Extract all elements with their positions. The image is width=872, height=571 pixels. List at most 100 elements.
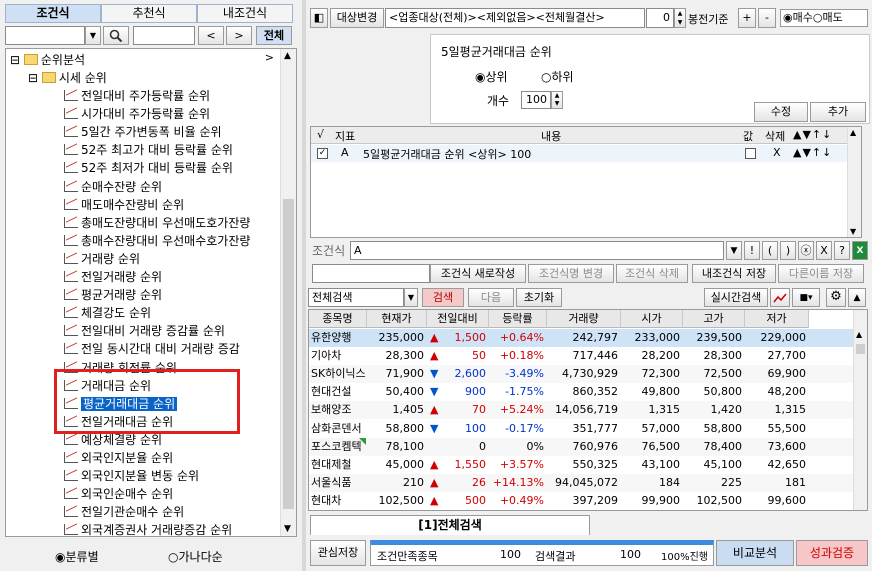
search-combo[interactable] <box>5 26 85 45</box>
gear-icon[interactable]: ⚙ <box>826 288 846 307</box>
tree-item[interactable]: 52주 최고가 대비 등락률 순위 <box>64 141 233 159</box>
radio-alphabetical[interactable]: ○가나다순 <box>168 548 223 565</box>
tree-item[interactable]: 시가대비 주가등락률 순위 <box>64 105 210 123</box>
count-input[interactable]: 100 <box>521 91 551 109</box>
column-header[interactable]: 저가 <box>745 310 809 328</box>
tree-item[interactable]: 전일대비 거래량 증감률 순위 <box>64 322 225 340</box>
tree-item[interactable]: 매도매수잔량비 순위 <box>64 196 184 214</box>
candle-offset-input[interactable]: 0 <box>646 8 674 28</box>
radio-bottom[interactable]: ○하위 <box>541 68 574 85</box>
count-spin-icon[interactable]: ▲ ▼ <box>551 91 563 109</box>
tree-item[interactable]: 평균거래량 순위 <box>64 286 162 304</box>
condition-row[interactable]: ✓ A 5일평균거래대금 순위 <상위> 100 X ▲▼↑↓ <box>311 145 861 162</box>
edit-button[interactable]: 수정 <box>754 102 808 122</box>
tree-item[interactable]: 전일대비 주가등락률 순위 <box>64 87 210 105</box>
table-row[interactable]: 현대제철 45,000 1,550 ▲ +3.57% 550,325 43,100 45,10… <box>309 456 853 474</box>
tree-folder[interactable]: ⊟ 시세 순위 <box>28 69 107 87</box>
tree-item[interactable]: 총매도잔량대비 우선매도호가잔량 <box>64 214 250 232</box>
scroll-up-icon[interactable]: ▲ <box>850 128 856 137</box>
table-row[interactable]: 삼화콘덴서 58,800 100 ▼ -0.17% 351,777 57,000 58,800… <box>309 420 853 438</box>
result-scrollbar[interactable]: ▲ <box>853 310 867 510</box>
tree-item[interactable]: 전일기관순매수 순위 <box>64 503 184 521</box>
table-row[interactable]: 서울식품 210 26 ▲ +14.13% 94,045,072 184 225 181 <box>309 473 853 492</box>
column-header[interactable]: 시가 <box>621 310 683 328</box>
column-header[interactable]: 고가 <box>683 310 745 328</box>
reset-button[interactable]: 초기화 <box>516 288 562 307</box>
condition-name-input[interactable] <box>312 264 430 283</box>
delete-icon[interactable]: X <box>773 146 781 159</box>
condition-list-scrollbar[interactable]: ▲ ▼ <box>847 127 861 237</box>
minus-button[interactable]: - <box>758 8 776 28</box>
condition-checkbox[interactable]: ✓ <box>317 148 328 159</box>
buy-sell-radio[interactable]: ◉매수○매도 <box>780 9 868 27</box>
formula-op-dropdown[interactable]: ▼ <box>726 241 742 260</box>
row-order-icons[interactable]: ▲▼↑↓ <box>793 146 832 159</box>
column-header[interactable]: 전일대비 <box>427 310 489 328</box>
next-result-button[interactable]: 다음 <box>468 288 514 307</box>
radio-top[interactable]: ◉상위 <box>475 68 508 85</box>
column-header[interactable]: 종목명 <box>309 310 367 328</box>
tree-item[interactable]: 외국인지분율 순위 <box>64 449 173 467</box>
delete-condition-button[interactable]: 조건식 삭제 <box>616 264 688 283</box>
tree-scrollbar[interactable]: ▲ ▼ <box>280 49 296 536</box>
spin-icon[interactable]: ▲ ▼ <box>674 8 686 28</box>
save-my-condition-button[interactable]: 내조건식 저장 <box>692 264 776 283</box>
tree-item[interactable]: 순매수잔량 순위 <box>64 178 162 196</box>
prev-button[interactable]: < <box>198 26 224 45</box>
add-button[interactable]: 추가 <box>810 102 866 122</box>
rename-condition-button[interactable]: 조건식명 변경 <box>528 264 614 283</box>
table-row[interactable]: 유한양행 235,000 1,500 ▲ +0.64% 242,797 233,000 239… <box>309 329 853 347</box>
chevron-right-icon[interactable]: > <box>265 51 274 64</box>
tree-item[interactable]: 전일거래량 순위 <box>64 268 162 286</box>
tree-item[interactable]: 체결강도 순위 <box>64 304 151 322</box>
formula-op-close-paren[interactable]: ) <box>780 241 796 260</box>
tree-item[interactable]: 52주 최저가 대비 등락률 순위 <box>64 159 233 177</box>
tree-item[interactable]: 거래량 순위 <box>64 250 140 268</box>
column-header[interactable]: 거래량 <box>547 310 621 328</box>
collapse-up-icon[interactable]: ▲ <box>848 288 866 307</box>
new-condition-button[interactable]: 조건식 새로작성 <box>430 264 526 283</box>
column-header[interactable]: 등락률 <box>489 310 547 328</box>
value-checkbox[interactable] <box>745 148 756 159</box>
scroll-up-icon[interactable]: ▲ <box>856 330 862 339</box>
tree-item[interactable]: 외국인순매수 순위 <box>64 485 173 503</box>
result-table[interactable]: 종목명 현재가 전일대비 등락률 거래량 시가 고가 저가 유한양행 235,000 1,500 ▲… <box>308 309 868 511</box>
tree-item[interactable]: 총매수잔량대비 우선매수호가잔량 <box>64 232 250 250</box>
target-change-button[interactable]: 대상변경 <box>330 8 384 28</box>
panel-toggle-icon[interactable]: ◧ <box>310 8 328 28</box>
formula-op-open-paren[interactable]: ( <box>762 241 778 260</box>
table-row[interactable]: 현대차 102,500 500 ▲ +0.49% 397,209 99,900 102,500… <box>309 492 853 510</box>
formula-input[interactable]: A <box>350 241 724 260</box>
plus-button[interactable]: + <box>738 8 756 28</box>
combo-arrow-icon[interactable]: ▼ <box>85 26 101 45</box>
search-icon[interactable] <box>103 26 129 45</box>
scroll-thumb[interactable] <box>283 199 294 509</box>
tab-conditions[interactable]: 조건식 <box>5 4 101 23</box>
formula-op-not[interactable]: ! <box>744 241 760 260</box>
tab-my-conditions[interactable]: 내조건식 <box>197 4 293 23</box>
verify-button[interactable]: 성과검증 <box>796 540 868 566</box>
search-button[interactable]: 검색 <box>422 288 464 307</box>
tree-root[interactable]: ⊟ 순위분석 <box>10 51 85 69</box>
save-as-button[interactable]: 다른이름 저장 <box>778 264 864 283</box>
table-row[interactable]: SK하이닉스 71,900 2,600 ▼ -3.49% 4,730,929 72,300 7… <box>309 365 853 384</box>
table-row[interactable]: 보해양조 1,405 70 ▲ +5.24% 14,056,719 1,315 1,420 1,… <box>309 401 853 420</box>
table-row[interactable]: 기아차 28,300 50 ▲ +0.18% 717,446 28,200 28,300 27,… <box>309 347 853 365</box>
scroll-down-icon[interactable]: ▼ <box>850 227 856 236</box>
formula-op-clear[interactable]: X <box>816 241 832 260</box>
realtime-search-button[interactable]: 실시간검색 <box>704 288 768 307</box>
excel-icon[interactable]: X <box>852 241 868 260</box>
table-row[interactable]: 현대건설 50,400 900 ▼ -1.75% 860,352 49,800 50,800 4… <box>309 383 853 401</box>
search-mode-arrow-icon[interactable]: ▼ <box>404 288 418 307</box>
tree-item[interactable]: 전일 동시간대 대비 거래량 증감 <box>64 340 240 358</box>
column-header[interactable]: 현재가 <box>367 310 427 328</box>
radio-by-category[interactable]: ◉분류별 <box>55 548 99 565</box>
save-interest-button[interactable]: 관심저장 <box>310 540 366 566</box>
tree-item[interactable]: 외국계증권사 거래량증감 순위 <box>64 521 232 536</box>
tree-item[interactable]: 외국인지분율 변동 순위 <box>64 467 199 485</box>
all-button[interactable]: 전체 <box>256 26 292 45</box>
chart-icon[interactable] <box>770 288 790 307</box>
condition-list[interactable]: √ 지표 내용 값 삭제 ▲▼↑↓ ✓ A 5일평균거래대금 순위 <상위> 1… <box>310 126 862 238</box>
tab-recommended[interactable]: 추천식 <box>101 4 197 23</box>
formula-op-xor[interactable]: ⓧ <box>798 241 814 260</box>
